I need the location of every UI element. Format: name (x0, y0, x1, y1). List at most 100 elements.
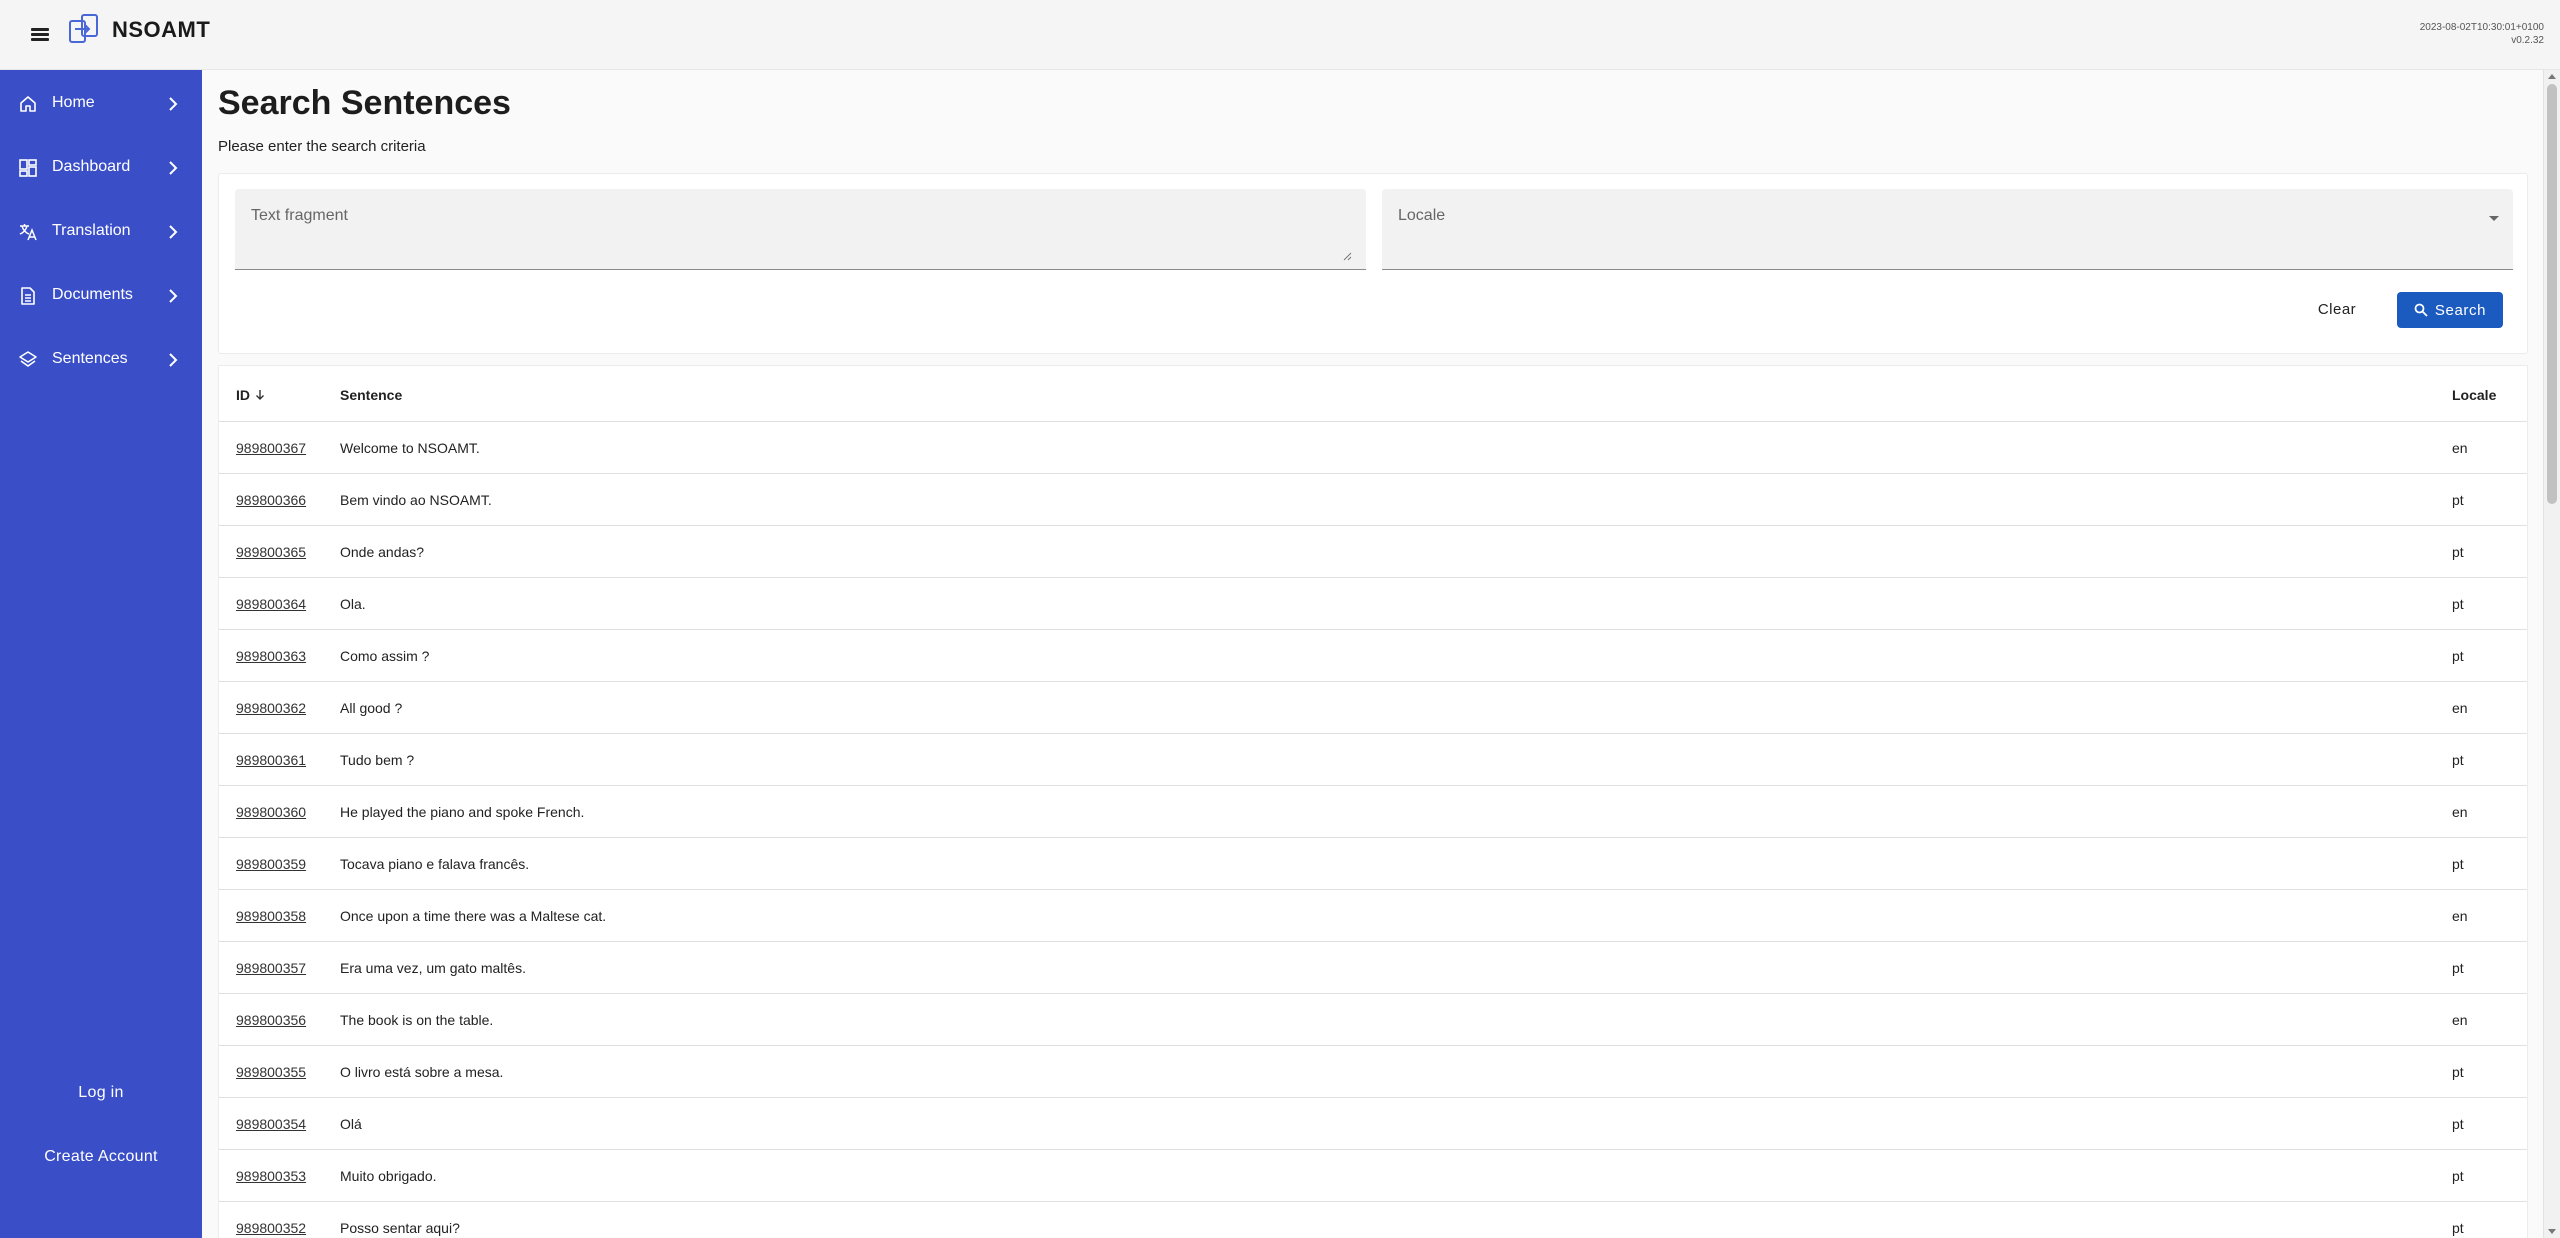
resize-grip-icon[interactable] (1342, 251, 1352, 261)
scroll-up-arrow-icon[interactable] (2548, 74, 2556, 79)
table-row: 989800355 O livro está sobre a mesa. pt (219, 1046, 2527, 1098)
sentence-id-link[interactable]: 989800367 (236, 440, 306, 456)
sentence-id-link[interactable]: 989800352 (236, 1220, 306, 1236)
sentence-locale: en (2452, 804, 2468, 820)
login-link[interactable]: Log in (0, 1084, 202, 1102)
table-row: 989800352 Posso sentar aqui? pt (219, 1202, 2527, 1238)
sidebar-item-documents[interactable]: Documents (0, 271, 202, 321)
table-row: 989800359 Tocava piano e falava francês. p… (219, 838, 2527, 890)
table-header: ID Sentence Locale (219, 366, 2527, 422)
layers-icon (19, 351, 37, 367)
locale-select[interactable]: Locale (1382, 189, 2513, 270)
sentence-text: Tocava piano e falava francês. (340, 856, 530, 872)
chevron-right-icon (169, 289, 178, 303)
table-row: 989800367 Welcome to NSOAMT. en (219, 422, 2527, 474)
sentence-locale: en (2452, 700, 2468, 716)
sidebar-item-home[interactable]: Home (0, 79, 202, 129)
sentence-text: The book is on the table. (340, 1012, 494, 1028)
sentence-text: Ola. (340, 596, 366, 612)
top-app-bar: NSOAMT 2023-08-02T10:30:01+0100 v0.2.32 (0, 0, 2560, 70)
clear-button[interactable]: Clear (2311, 291, 2363, 327)
page-scrollbar[interactable] (2543, 70, 2560, 1238)
sentences-table: ID Sentence Locale 989800367 Welcome to N… (218, 365, 2528, 1238)
sentence-text: Posso sentar aqui? (340, 1220, 460, 1236)
table-row: 989800358 Once upon a time there was a Ma… (219, 890, 2527, 942)
sentence-id-link[interactable]: 989800360 (236, 804, 306, 820)
table-row: 989800363 Como assim ? pt (219, 630, 2527, 682)
column-header-sentence[interactable]: Sentence (340, 387, 402, 403)
sentence-locale: pt (2452, 752, 2464, 768)
page-subtitle: Please enter the search criteria (218, 138, 426, 155)
dropdown-arrow-icon (2489, 216, 2499, 221)
menu-icon[interactable] (28, 22, 52, 46)
sentence-id-link[interactable]: 989800362 (236, 700, 306, 716)
sidebar-item-dashboard[interactable]: Dashboard (0, 143, 202, 193)
sidebar-item-label: Sentences (52, 350, 128, 367)
sentence-id-link[interactable]: 989800365 (236, 544, 306, 560)
table-row: 989800356 The book is on the table. en (219, 994, 2527, 1046)
translate-icon (19, 224, 37, 241)
sentence-locale: en (2452, 440, 2468, 456)
sentence-text: Olá (340, 1116, 362, 1132)
sidebar-item-label: Documents (52, 286, 133, 303)
sentence-id-link[interactable]: 989800359 (236, 856, 306, 872)
search-button[interactable]: Search (2397, 292, 2503, 328)
text-fragment-field[interactable]: Text fragment (235, 189, 1366, 270)
sentence-id-link[interactable]: 989800358 (236, 908, 306, 924)
table-row: 989800360 He played the piano and spoke F… (219, 786, 2527, 838)
sentence-text: Era uma vez, um gato maltês. (340, 960, 526, 976)
sentence-id-link[interactable]: 989800366 (236, 492, 306, 508)
sentence-text: Onde andas? (340, 544, 425, 560)
sentence-id-link[interactable]: 989800355 (236, 1064, 306, 1080)
sentence-locale: pt (2452, 596, 2464, 612)
sentence-id-link[interactable]: 989800364 (236, 596, 306, 612)
sentence-text: All good ? (340, 700, 403, 716)
build-info: 2023-08-02T10:30:01+0100 v0.2.32 (2420, 21, 2544, 47)
sidebar-item-label: Translation (52, 222, 131, 239)
app-version: v0.2.32 (2511, 35, 2544, 46)
sentence-locale: en (2452, 908, 2468, 924)
table-row: 989800357 Era uma vez, um gato maltês. pt (219, 942, 2527, 994)
sentence-locale: pt (2452, 1168, 2464, 1184)
sentence-text: Bem vindo ao NSOAMT. (340, 492, 492, 508)
table-row: 989800365 Onde andas? pt (219, 526, 2527, 578)
scroll-down-arrow-icon[interactable] (2548, 1229, 2556, 1234)
sentence-id-link[interactable]: 989800361 (236, 752, 306, 768)
table-row: 989800364 Ola. pt (219, 578, 2527, 630)
sentence-id-link[interactable]: 989800354 (236, 1116, 306, 1132)
page-title: Search Sentences (218, 84, 511, 122)
search-button-label: Search (2434, 301, 2487, 319)
sidebar: Home Dashboard Translation Documents Sen… (0, 70, 202, 1238)
sentence-id-link[interactable]: 989800357 (236, 960, 306, 976)
sentence-locale: pt (2452, 960, 2464, 976)
sentence-text: Como assim ? (340, 648, 430, 664)
column-header-locale[interactable]: Locale (2452, 387, 2496, 403)
sort-descending-icon (256, 390, 264, 400)
home-icon (20, 96, 36, 112)
sidebar-item-label: Home (52, 94, 95, 111)
sentence-locale: pt (2452, 492, 2464, 508)
sentence-text: Tudo bem ? (340, 752, 415, 768)
chevron-right-icon (169, 225, 178, 239)
sentence-id-link[interactable]: 989800353 (236, 1168, 306, 1184)
sentence-text: Muito obrigado. (340, 1168, 437, 1184)
sidebar-item-translation[interactable]: Translation (0, 207, 202, 257)
locale-label: Locale (1398, 207, 1446, 224)
sentence-locale: en (2452, 1012, 2468, 1028)
text-fragment-input[interactable] (235, 189, 1366, 269)
create-account-link[interactable]: Create Account (0, 1148, 202, 1166)
search-form: Text fragment Locale Clear Search (218, 173, 2528, 354)
sidebar-item-label: Dashboard (52, 158, 131, 175)
scrollbar-thumb[interactable] (2547, 84, 2557, 504)
chevron-right-icon (169, 353, 178, 367)
document-icon (21, 287, 35, 305)
sentence-locale: pt (2452, 1064, 2464, 1080)
chevron-right-icon (169, 97, 178, 111)
table-row: 989800361 Tudo bem ? pt (219, 734, 2527, 786)
sentence-id-link[interactable]: 989800363 (236, 648, 306, 664)
column-header-id[interactable]: ID (236, 387, 266, 403)
sidebar-item-sentences[interactable]: Sentences (0, 335, 202, 385)
table-row: 989800354 Olá pt (219, 1098, 2527, 1150)
sentence-id-link[interactable]: 989800356 (236, 1012, 306, 1028)
chevron-right-icon (169, 161, 178, 175)
